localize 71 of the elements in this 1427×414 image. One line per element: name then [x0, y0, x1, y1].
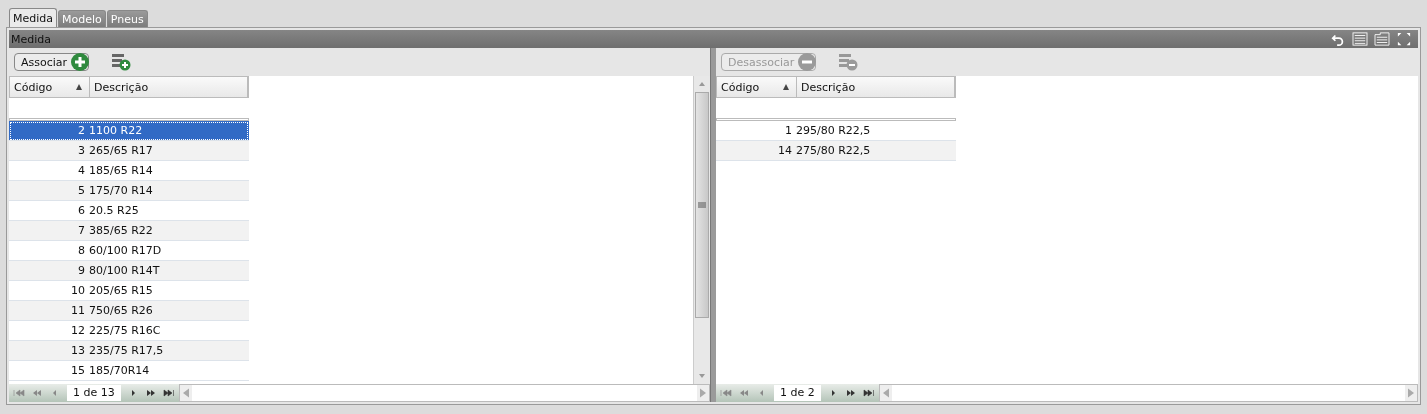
column-header[interactable]: Código: [10, 77, 90, 97]
page-indicator: 1 de 13: [67, 385, 121, 401]
column-header[interactable]: Descrição: [90, 77, 248, 97]
last-page-button[interactable]: [162, 389, 175, 397]
column-header[interactable]: Código: [717, 77, 797, 97]
splitter-handle[interactable]: [710, 48, 716, 402]
table-cell-text: 11: [70, 304, 86, 317]
table-row[interactable]: 5 175/70 R14: [9, 181, 249, 201]
grip-icon[interactable]: [698, 202, 706, 208]
next-pages-button[interactable]: [144, 389, 157, 397]
table-cell-text: 4: [77, 164, 86, 177]
table-cell-text: 60/100 R17D: [89, 244, 163, 257]
table-cell-text: 205/65 R15: [89, 284, 154, 297]
minus-icon: [797, 52, 818, 72]
table-cell-text: 1100 R22: [89, 124, 144, 137]
table-cell-text: 1: [784, 124, 793, 137]
panel-title: Medida: [11, 32, 53, 46]
folder-icon[interactable]: [1374, 32, 1390, 46]
table-cell-text: 5: [77, 184, 86, 197]
table-cell-text: 10: [70, 284, 86, 297]
table-cell-text: 185/65 R14: [89, 164, 154, 177]
vertical-scrollbar[interactable]: [693, 76, 710, 384]
table-cell-text: 12: [70, 324, 86, 337]
table-cell-text: 185/70R14: [89, 364, 151, 377]
table-cell-text: 235/75 R17,5: [89, 344, 165, 357]
first-page-button[interactable]: [720, 389, 732, 397]
scroll-right-icon[interactable]: [1405, 385, 1417, 401]
column-header[interactable]: Descrição: [797, 77, 955, 97]
table-cell-text: 750/65 R26: [89, 304, 154, 317]
table-row[interactable]: 3 265/65 R17: [9, 141, 249, 161]
table-cell-text: 7: [77, 224, 86, 237]
table-row[interactable]: 13 235/75 R17,5: [9, 341, 249, 361]
table-cell-text: 13: [70, 344, 86, 357]
previous-pages-button[interactable]: [31, 389, 43, 397]
last-page-button[interactable]: [862, 389, 875, 397]
list-icon[interactable]: [1352, 32, 1368, 46]
scroll-right-icon[interactable]: [697, 385, 709, 401]
table-cell-text: 225/75 R16C: [89, 324, 162, 337]
table-row[interactable]: 9 80/100 R14T: [9, 261, 249, 281]
tab[interactable]: Medida: [9, 8, 58, 27]
action-button[interactable]: Associar: [14, 53, 90, 71]
table-cell-text: 385/65 R22: [89, 224, 154, 237]
table-row[interactable]: 11 750/65 R26: [9, 301, 249, 321]
table-row[interactable]: 15 185/70R14: [9, 361, 249, 381]
undo-icon[interactable]: [1330, 32, 1346, 46]
table-row[interactable]: 2 1100 R22: [9, 121, 249, 141]
maximize-icon[interactable]: [1396, 32, 1412, 46]
sort-icon: [75, 83, 83, 91]
sort-icon: [782, 83, 790, 91]
page-indicator: 1 de 2: [774, 385, 821, 401]
table-cell-text: 175/70 R14: [89, 184, 154, 197]
table-cell-text: 80/100 R14T: [89, 264, 161, 277]
table-cell-text: 265/65 R17: [89, 144, 154, 157]
table-cell-text: 275/80 R22,5: [796, 144, 872, 157]
table-cell-text: 8: [77, 244, 86, 257]
table-cell-text: 2: [77, 124, 86, 137]
table-row[interactable]: 14 275/80 R22,5: [716, 141, 956, 161]
plus-icon: [70, 52, 91, 72]
table-cell-text: 20.5 R25: [89, 204, 140, 217]
table-cell-text: 295/80 R22,5: [796, 124, 872, 137]
table-cell-text: 14: [777, 144, 793, 157]
next-pages-button[interactable]: [844, 389, 857, 397]
previous-pages-button[interactable]: [738, 389, 750, 397]
table-cell-text: 9: [77, 264, 86, 277]
first-page-button[interactable]: [13, 389, 25, 397]
table-cell-text: 6: [77, 204, 86, 217]
table-cell-text: 3: [77, 144, 86, 157]
list-remove-icon[interactable]: [838, 53, 859, 71]
table-cell-text: 15: [70, 364, 86, 377]
table-row[interactable]: 7 385/65 R22: [9, 221, 249, 241]
list-add-icon[interactable]: [111, 53, 132, 71]
